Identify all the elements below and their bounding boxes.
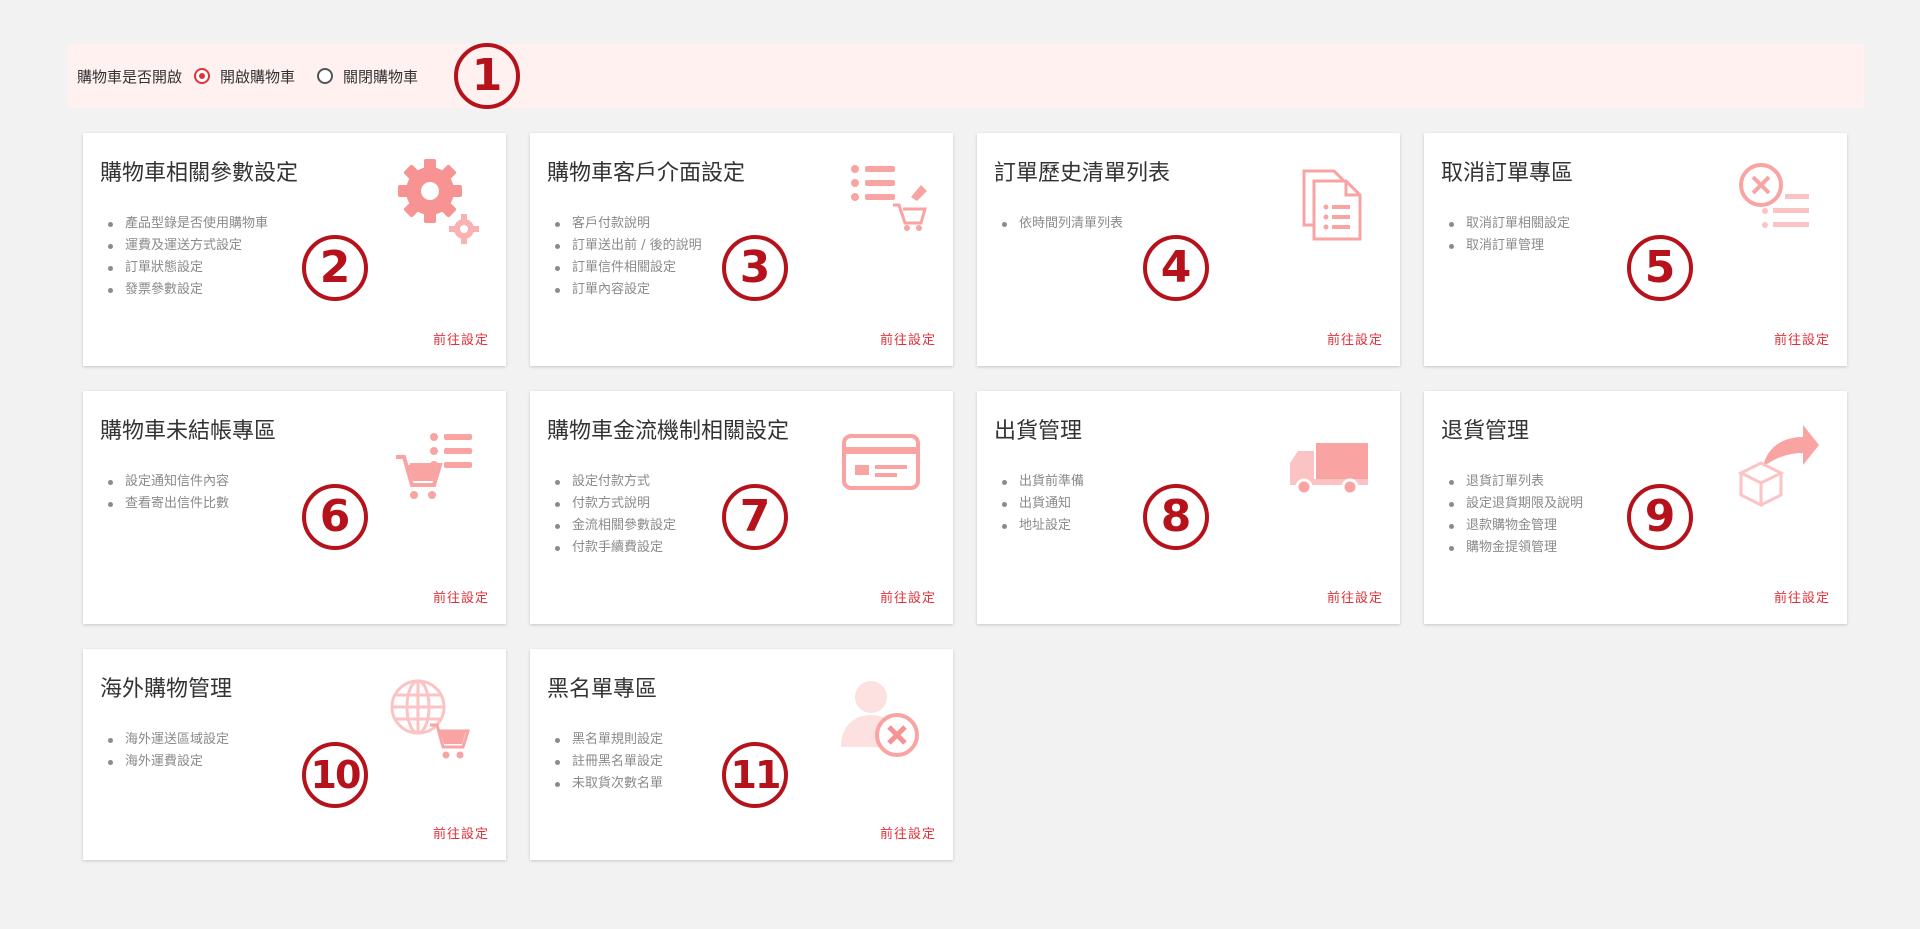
- card-title: 購物車客戶介面設定: [547, 161, 746, 186]
- card-goto-settings-link[interactable]: 前往設定: [880, 587, 936, 606]
- credit-card-icon: [841, 433, 921, 495]
- list-item: 取消訂單相關設定: [1446, 213, 1570, 235]
- card-cart-params: 購物車相關參數設定 產品型錄是否使用購物車 運費及運送方式設定 訂單狀態設定 發…: [83, 133, 506, 366]
- list-item: 依時間列清單列表: [999, 213, 1123, 235]
- card-item-list: 海外運送區域設定 海外運費設定: [105, 729, 229, 773]
- list-item: 黑名單規則設定: [552, 729, 663, 751]
- annotation-badge-10: 10: [302, 742, 368, 808]
- card-item-list: 退貨訂單列表 設定退貨期限及說明 退款購物金管理 購物金提領管理: [1446, 471, 1583, 559]
- card-goto-settings-link[interactable]: 前往設定: [1327, 329, 1383, 348]
- card-payment-mechanism: 購物車金流機制相關設定 設定付款方式 付款方式說明 金流相關參數設定 付款手續費…: [530, 391, 953, 624]
- card-title: 購物車金流機制相關設定: [547, 419, 790, 444]
- cancel-list-icon: [1737, 161, 1813, 237]
- list-item: 訂單送出前 / 後的說明: [552, 235, 702, 257]
- radio-enable-cart[interactable]: 開啟購物車: [194, 66, 295, 87]
- annotation-badge-7: 7: [722, 484, 788, 550]
- annotation-badge-2: 2: [302, 235, 368, 301]
- annotation-badge-11: 11: [722, 742, 788, 808]
- list-item: 設定通知信件內容: [105, 471, 229, 493]
- list-item: 購物金提領管理: [1446, 537, 1583, 559]
- list-item: 客戶付款說明: [552, 213, 702, 235]
- card-title: 購物車相關參數設定: [100, 161, 299, 186]
- radio-disable-cart-circle[interactable]: [317, 68, 334, 84]
- card-item-list: 客戶付款說明 訂單送出前 / 後的說明 訂單信件相關設定 訂單內容設定: [552, 213, 702, 301]
- annotation-badge-4: 4: [1143, 235, 1209, 301]
- list-item: 金流相關參數設定: [552, 515, 676, 537]
- cart-list-icon: [394, 431, 474, 511]
- card-item-list: 設定付款方式 付款方式說明 金流相關參數設定 付款手續費設定: [552, 471, 676, 559]
- radio-enable-cart-label[interactable]: 開啟購物車: [220, 66, 295, 87]
- truck-icon: [1288, 441, 1370, 501]
- card-customer-interface: 購物車客戶介面設定 客戶付款說明 訂單送出前 / 後的說明 訂單信件相關設定 訂…: [530, 133, 953, 366]
- card-item-list: 依時間列清單列表: [999, 213, 1123, 235]
- gear-icon: [396, 153, 482, 253]
- radio-enable-cart-circle[interactable]: [194, 68, 211, 84]
- annotation-badge-3: 3: [722, 235, 788, 301]
- list-item: 取消訂單管理: [1446, 235, 1570, 257]
- radio-disable-cart-label[interactable]: 關閉購物車: [343, 66, 418, 87]
- card-item-list: 出貨前準備 出貨通知 地址設定: [999, 471, 1084, 537]
- card-title: 退貨管理: [1441, 419, 1530, 444]
- return-box-icon: [1737, 423, 1821, 511]
- card-goto-settings-link[interactable]: 前往設定: [433, 587, 489, 606]
- list-item: 設定退貨期限及說明: [1446, 493, 1583, 515]
- cart-toggle-label: 購物車是否開啟: [77, 67, 183, 86]
- card-goto-settings-link[interactable]: 前往設定: [880, 823, 936, 842]
- card-title: 購物車未結帳專區: [100, 419, 277, 444]
- card-goto-settings-link[interactable]: 前往設定: [1774, 587, 1830, 606]
- list-item: 退貨訂單列表: [1446, 471, 1583, 493]
- card-goto-settings-link[interactable]: 前往設定: [1774, 329, 1830, 348]
- list-item: 地址設定: [999, 515, 1084, 537]
- card-overseas-shopping: 海外購物管理 海外運送區域設定 海外運費設定 10 前往設定: [83, 649, 506, 860]
- list-item: 付款方式說明: [552, 493, 676, 515]
- list-item: 運費及運送方式設定: [105, 235, 268, 257]
- list-item: 退款購物金管理: [1446, 515, 1583, 537]
- card-title: 黑名單專區: [547, 677, 658, 702]
- list-item: 出貨前準備: [999, 471, 1084, 493]
- card-title: 訂單歷史清單列表: [994, 161, 1171, 186]
- card-item-list: 產品型錄是否使用購物車 運費及運送方式設定 訂單狀態設定 發票參數設定: [105, 213, 268, 301]
- card-goto-settings-link[interactable]: 前往設定: [433, 823, 489, 842]
- card-goto-settings-link[interactable]: 前往設定: [433, 329, 489, 348]
- annotation-badge-9: 9: [1627, 484, 1693, 550]
- annotation-badge-6: 6: [302, 484, 368, 550]
- list-item: 海外運送區域設定: [105, 729, 229, 751]
- list-item: 訂單狀態設定: [105, 257, 268, 279]
- list-item: 產品型錄是否使用購物車: [105, 213, 268, 235]
- card-title: 出貨管理: [994, 419, 1083, 444]
- radio-disable-cart[interactable]: 關閉購物車: [317, 66, 418, 87]
- list-item: 設定付款方式: [552, 471, 676, 493]
- annotation-badge-5: 5: [1627, 235, 1693, 301]
- list-item: 訂單信件相關設定: [552, 257, 702, 279]
- globe-cart-icon: [390, 679, 474, 765]
- annotation-badge-1: 1: [454, 43, 521, 109]
- card-item-list: 取消訂單相關設定 取消訂單管理: [1446, 213, 1570, 257]
- list-item: 付款手續費設定: [552, 537, 676, 559]
- list-cart-icon: [849, 153, 929, 237]
- card-unchecked-carts: 購物車未結帳專區 設定通知信件內容 查看寄出信件比數 6 前往設定: [83, 391, 506, 624]
- list-item: 海外運費設定: [105, 751, 229, 773]
- list-item: 出貨通知: [999, 493, 1084, 515]
- cart-toggle-radio-group: 開啟購物車 關閉購物車: [194, 66, 440, 87]
- list-item: 查看寄出信件比數: [105, 493, 229, 515]
- card-return-management: 退貨管理 退貨訂單列表 設定退貨期限及說明 退款購物金管理 購物金提領管理 9 …: [1424, 391, 1847, 624]
- annotation-badge-8: 8: [1143, 484, 1209, 550]
- list-item: 註冊黑名單設定: [552, 751, 663, 773]
- card-title: 海外購物管理: [100, 677, 233, 702]
- card-blacklist: 黑名單專區 黑名單規則設定 註冊黑名單設定 未取貨次數名單 11 前往設定: [530, 649, 953, 860]
- list-item: 訂單內容設定: [552, 279, 702, 301]
- card-cancel-orders: 取消訂單專區 取消訂單相關設定 取消訂單管理 5 前往設定: [1424, 133, 1847, 366]
- list-item: 未取貨次數名單: [552, 773, 663, 795]
- cart-toggle-bar: 購物車是否開啟 開啟購物車 關閉購物車 1: [68, 43, 1864, 109]
- list-item: 發票參數設定: [105, 279, 268, 301]
- card-item-list: 設定通知信件內容 查看寄出信件比數: [105, 471, 229, 515]
- card-goto-settings-link[interactable]: 前往設定: [1327, 587, 1383, 606]
- card-shipping-management: 出貨管理 出貨前準備 出貨通知 地址設定 8 前往設定: [977, 391, 1400, 624]
- card-item-list: 黑名單規則設定 註冊黑名單設定 未取貨次數名單: [552, 729, 663, 795]
- documents-icon: [1300, 167, 1364, 245]
- card-title: 取消訂單專區: [1441, 161, 1574, 186]
- card-order-history: 訂單歷史清單列表 依時間列清單列表 4 前往設定: [977, 133, 1400, 366]
- card-goto-settings-link[interactable]: 前往設定: [880, 329, 936, 348]
- user-block-icon: [839, 677, 923, 765]
